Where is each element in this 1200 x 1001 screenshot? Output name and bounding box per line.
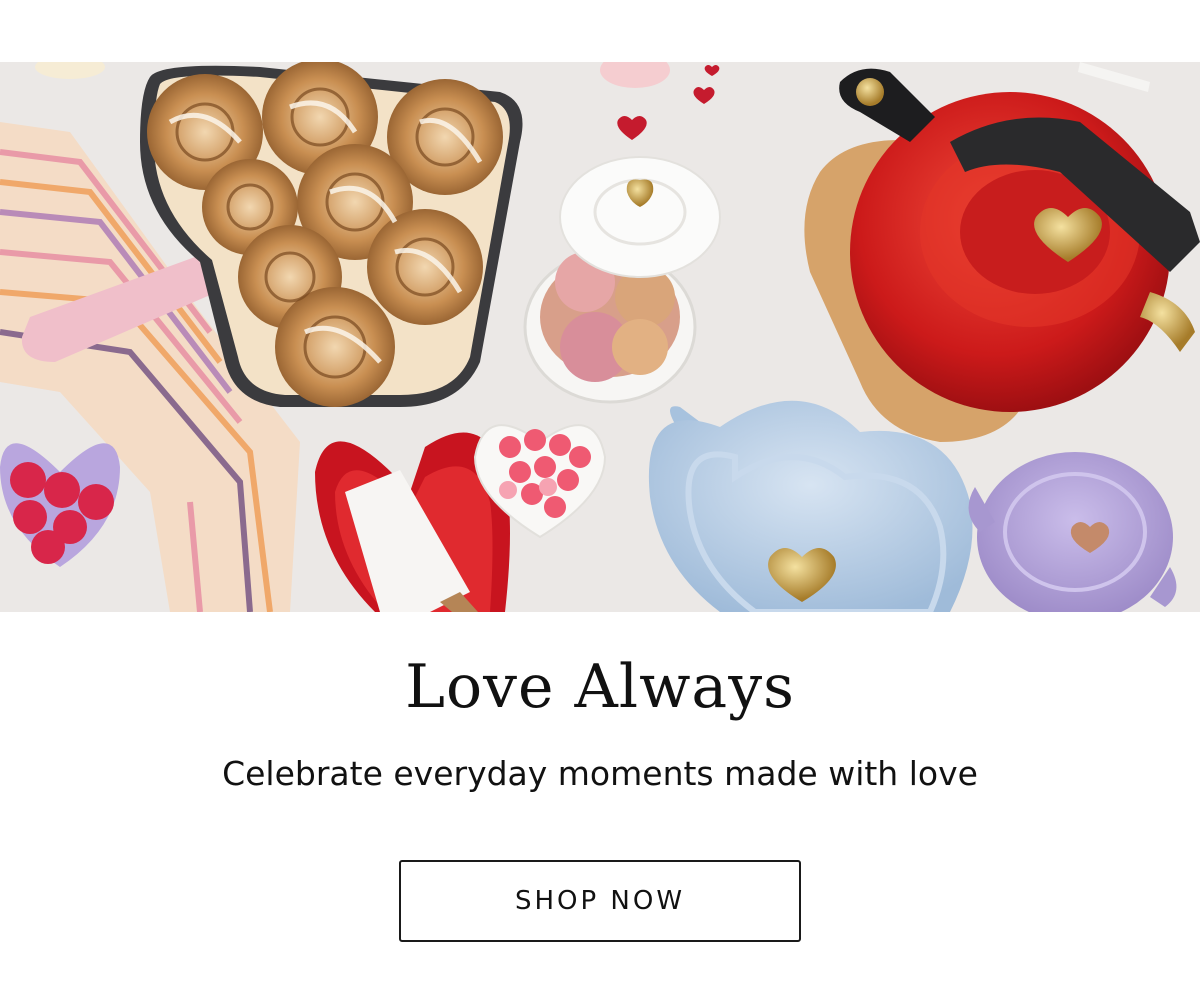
promo-content: Love Always Celebrate everyday moments m… — [0, 612, 1200, 1001]
shop-now-label: SHOP NOW — [514, 886, 686, 916]
headline: Love Always — [405, 652, 795, 722]
shop-now-button[interactable]: SHOP NOW — [399, 860, 801, 942]
hero-image — [0, 62, 1200, 612]
subheadline: Celebrate everyday moments made with lov… — [222, 754, 978, 793]
